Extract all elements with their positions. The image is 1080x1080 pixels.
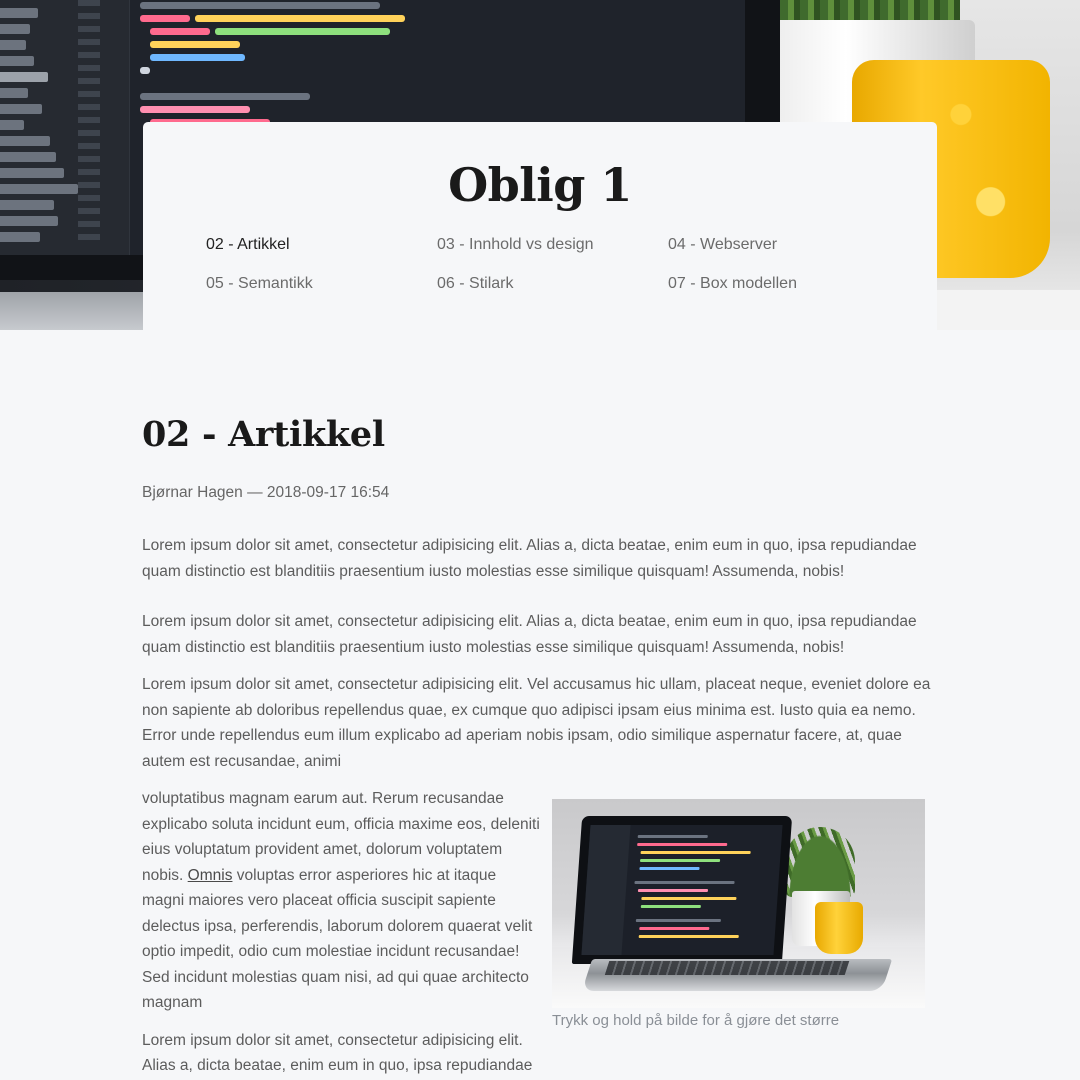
article-paragraph: Lorem ipsum dolor sit amet, consectetur …: [142, 613, 917, 656]
omnis-link[interactable]: Omnis: [188, 867, 233, 884]
photo-yellow-cup: [815, 902, 863, 954]
site-header: Oblig 1 02 - Artikkel 03 - Innhold vs de…: [143, 122, 937, 330]
article-paragraph: Lorem ipsum dolor sit amet, consectetur …: [142, 676, 931, 770]
figure-caption: Trykk og hold på bilde for å gjøre det s…: [552, 1012, 840, 1029]
nav-link-box-modellen[interactable]: 07 - Box modellen: [668, 275, 797, 293]
nav-link-semantikk[interactable]: 05 - Semantikk: [206, 275, 313, 293]
article: 02 - Artikkel Bjørnar Hagen — 2018-09-17…: [142, 410, 938, 774]
article-figure: Trykk og hold på bilde for å gjøre det s…: [552, 799, 925, 1031]
site-title: Oblig 1: [448, 158, 632, 212]
photo-laptop-screen: [581, 825, 783, 955]
nav-link-artikkel[interactable]: 02 - Artikkel: [206, 236, 290, 254]
photo-laptop-lid: [571, 816, 793, 964]
paragraph-text: voluptas error asperiores hic at itaque …: [142, 866, 533, 1012]
hero-plant: [760, 0, 960, 22]
article-paragraph-with-link: voluptatibus magnam earum aut. Rerum rec…: [142, 786, 542, 1016]
nav-link-webserver[interactable]: 04 - Webserver: [668, 236, 777, 254]
photo-plant: [785, 827, 855, 897]
article-paragraph: Lorem ipsum dolor sit amet, consectetur …: [142, 1031, 533, 1075]
nav-link-innhold-vs-design[interactable]: 03 - Innhold vs design: [437, 236, 594, 254]
photo-laptop-keys: [604, 961, 850, 975]
nav-link-stilark[interactable]: 06 - Stilark: [437, 275, 513, 293]
article-meta: Bjørnar Hagen — 2018-09-17 16:54: [142, 484, 390, 501]
laptop-photo[interactable]: [552, 799, 925, 1008]
article-title: 02 - Artikkel: [142, 414, 385, 455]
hero-file-tree: [0, 0, 130, 255]
hero-line-numbers: [78, 0, 100, 240]
article-paragraph: Lorem ipsum dolor sit amet, consectetur …: [142, 537, 917, 580]
